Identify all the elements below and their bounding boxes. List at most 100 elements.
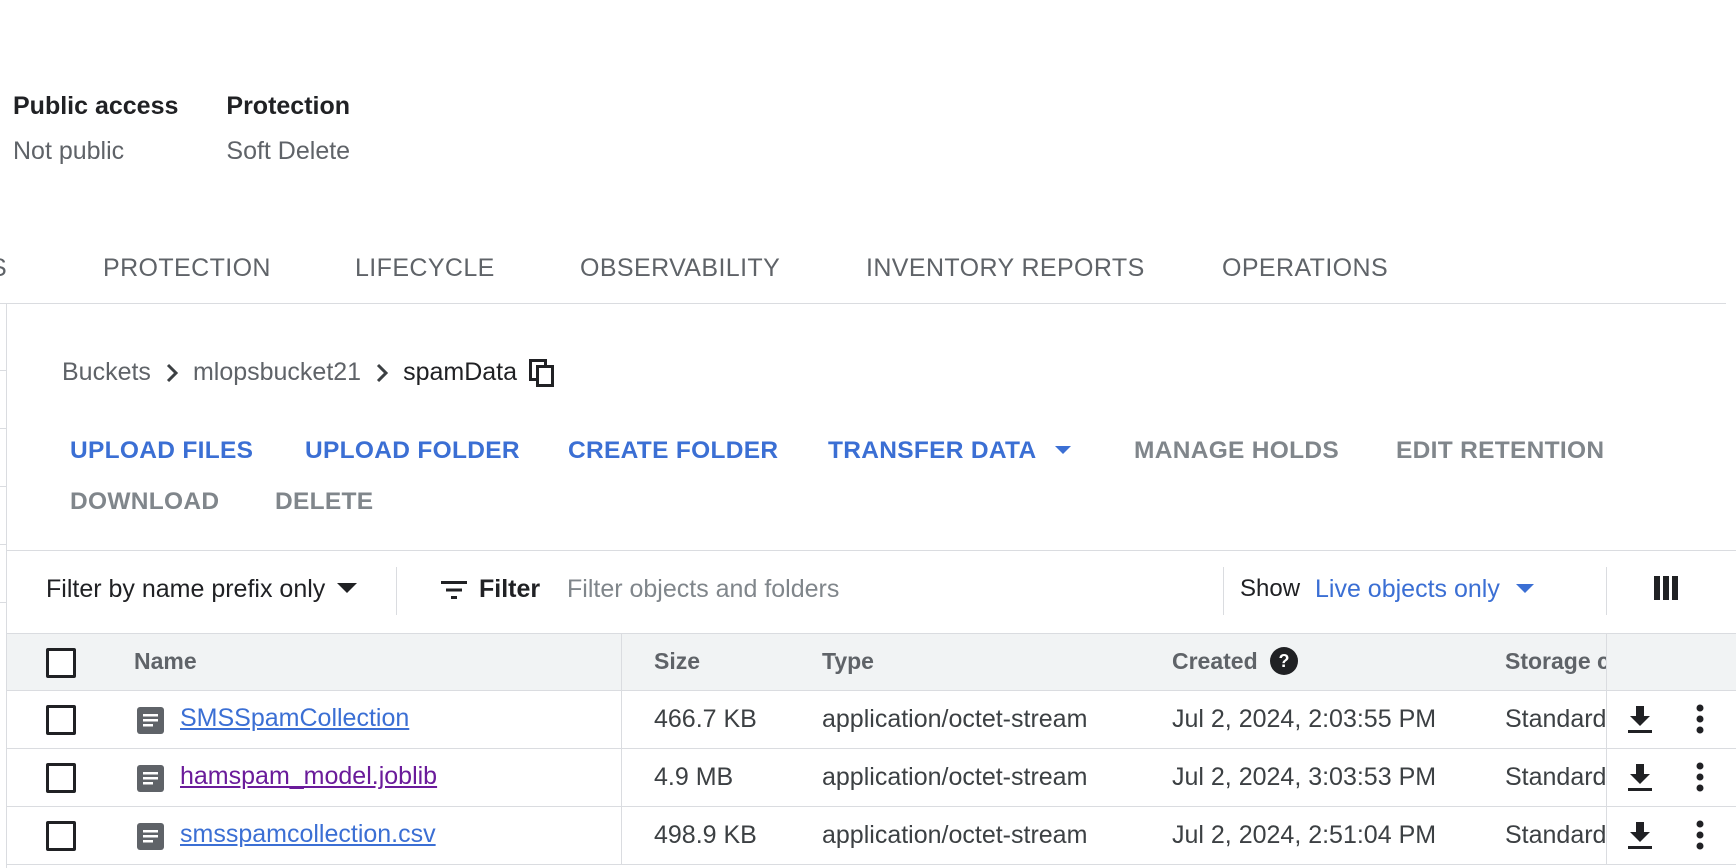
sidebar-divider (0, 428, 7, 429)
manage-holds-button[interactable]: MANAGE HOLDS (1134, 437, 1339, 465)
download-icon[interactable] (1626, 762, 1654, 797)
tab-inventory-reports[interactable]: INVENTORY REPORTS (866, 254, 1145, 283)
object-name-link[interactable]: hamspam_model.joblib (180, 762, 437, 791)
download-icon[interactable] (1626, 820, 1654, 855)
filter-input[interactable] (565, 571, 1215, 607)
filter-lines-icon (441, 580, 467, 600)
object-created: Jul 2, 2024, 3:03:53 PM (1172, 763, 1437, 791)
created-header-label: Created (1172, 648, 1258, 674)
objects-table: Name Size Type Created ? Storage c SMSSp… (7, 633, 1736, 865)
object-name-link[interactable]: smsspamcollection.csv (180, 820, 436, 849)
more-vert-icon[interactable] (1695, 704, 1705, 739)
dropdown-arrow-icon (1054, 445, 1071, 454)
more-vert-icon[interactable] (1695, 762, 1705, 797)
filter-button[interactable]: Filter (441, 575, 540, 604)
object-size: 498.9 KB (654, 821, 757, 849)
protection-summary: Protection Soft Delete (226, 88, 350, 166)
breadcrumb-bucket[interactable]: mlopsbucket21 (193, 358, 361, 387)
object-storage-class: Standard (1505, 821, 1606, 849)
object-type: application/octet-stream (822, 821, 1088, 849)
upload-files-button[interactable]: UPLOAD FILES (70, 437, 253, 465)
bucket-details-page: Public access Not public Protection Soft… (0, 0, 1736, 868)
chevron-right-icon (151, 363, 193, 383)
breadcrumb: Buckets mlopsbucket21 spamData (62, 358, 555, 387)
column-header-type[interactable]: Type (822, 648, 874, 675)
table-row[interactable]: hamspam_model.joblib 4.9 MB application/… (7, 749, 1736, 807)
transfer-data-button[interactable]: TRANSFER DATA (828, 437, 1071, 465)
table-row[interactable]: SMSSpamCollection 466.7 KB application/o… (7, 691, 1736, 749)
filter-label: Filter (479, 575, 541, 603)
column-divider (621, 634, 622, 692)
column-header-name[interactable]: Name (134, 648, 197, 675)
object-storage-class: Standard (1505, 705, 1606, 733)
column-divider (1606, 634, 1607, 692)
file-document-icon (137, 765, 164, 797)
tab-operations[interactable]: OPERATIONS (1222, 254, 1388, 283)
protection-value: Soft Delete (226, 137, 351, 165)
tab-lifecycle[interactable]: LIFECYCLE (355, 254, 495, 283)
chevron-right-icon (361, 363, 403, 383)
filter-bar: Filter by name prefix only Filter Show L… (7, 551, 1736, 634)
bucket-summary: Public access Not public Protection Soft… (13, 88, 398, 166)
column-header-size[interactable]: Size (654, 648, 700, 675)
actions-column (1606, 634, 1736, 690)
breadcrumb-buckets[interactable]: Buckets (62, 358, 151, 387)
divider (1606, 567, 1607, 615)
row-checkbox[interactable] (46, 705, 76, 735)
sidebar-divider (0, 486, 7, 487)
dropdown-arrow-icon (1515, 583, 1534, 593)
object-size: 466.7 KB (654, 705, 757, 733)
table-header: Name Size Type Created ? Storage c (7, 633, 1736, 692)
show-objects-select[interactable]: Live objects only (1315, 575, 1534, 604)
file-document-icon (137, 707, 164, 739)
sidebar-divider (0, 602, 7, 603)
bucket-tabs: S PROTECTION LIFECYCLE OBSERVABILITY INV… (0, 244, 1726, 304)
divider (396, 567, 397, 615)
tab-permissions-partial[interactable]: S (0, 254, 7, 283)
column-divider (1606, 749, 1607, 807)
object-created: Jul 2, 2024, 2:03:55 PM (1172, 705, 1437, 733)
filter-mode-label: Filter by name prefix only (46, 575, 326, 603)
sidebar-edge (0, 304, 7, 868)
sidebar-divider (0, 370, 7, 371)
table-row[interactable]: smsspamcollection.csv 498.9 KB applicati… (7, 807, 1736, 865)
help-circle-icon[interactable]: ? (1269, 646, 1298, 675)
svg-text:?: ? (1278, 651, 1289, 671)
create-folder-button[interactable]: CREATE FOLDER (568, 437, 778, 465)
tab-protection[interactable]: PROTECTION (103, 254, 271, 283)
breadcrumb-current-folder: spamData (403, 358, 518, 386)
public-access-summary: Public access Not public (13, 88, 178, 166)
filter-mode-select[interactable]: Filter by name prefix only (46, 575, 358, 604)
object-created: Jul 2, 2024, 2:51:04 PM (1172, 821, 1437, 849)
row-checkbox[interactable] (46, 763, 76, 793)
protection-label: Protection (226, 92, 351, 120)
public-access-label: Public access (13, 92, 179, 120)
download-icon[interactable] (1626, 704, 1654, 739)
object-type: application/octet-stream (822, 705, 1088, 733)
row-checkbox[interactable] (46, 821, 76, 851)
sidebar-divider (0, 544, 7, 545)
tab-observability[interactable]: OBSERVABILITY (580, 254, 780, 283)
show-label: Show (1240, 575, 1301, 602)
transfer-data-label: TRANSFER DATA (828, 437, 1037, 464)
column-divider (621, 691, 622, 749)
column-header-storage-class[interactable]: Storage c (1505, 648, 1606, 675)
column-divider (1606, 691, 1607, 749)
upload-folder-button[interactable]: UPLOAD FOLDER (305, 437, 520, 465)
object-size: 4.9 MB (654, 763, 734, 791)
file-document-icon (137, 823, 164, 855)
more-vert-icon[interactable] (1695, 820, 1705, 855)
public-access-value: Not public (13, 137, 125, 165)
column-divider (1606, 807, 1607, 865)
column-display-icon[interactable] (1653, 575, 1679, 606)
select-all-checkbox[interactable] (46, 648, 76, 678)
object-name-link[interactable]: SMSSpamCollection (180, 704, 409, 733)
dropdown-arrow-icon (337, 583, 358, 594)
delete-button[interactable]: DELETE (275, 488, 373, 516)
column-header-created[interactable]: Created ? (1172, 646, 1298, 677)
object-type: application/octet-stream (822, 763, 1088, 791)
download-button[interactable]: DOWNLOAD (70, 488, 219, 516)
column-divider (621, 749, 622, 807)
copy-icon[interactable] (529, 358, 555, 387)
edit-retention-button[interactable]: EDIT RETENTION (1396, 437, 1604, 465)
